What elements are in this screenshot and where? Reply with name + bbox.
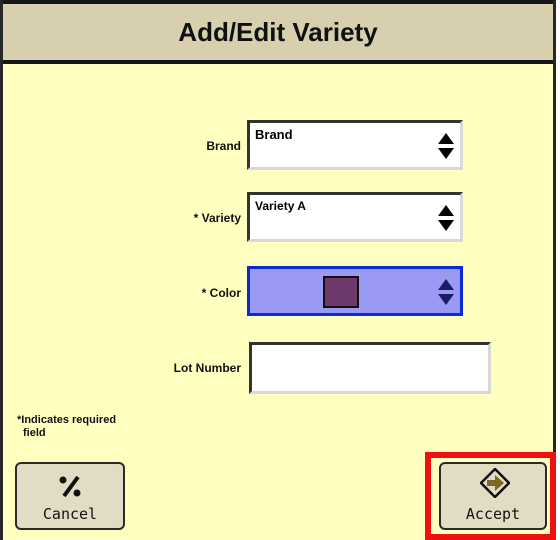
up-down-arrows-icon[interactable] (438, 205, 454, 231)
up-down-arrows-icon[interactable] (438, 133, 454, 159)
variety-label: * Variety (193, 211, 241, 225)
variety-value: Variety A (255, 199, 306, 213)
lot-number-input[interactable] (249, 342, 491, 394)
color-label: * Color (201, 286, 241, 300)
title-bar: Add/Edit Variety (3, 0, 553, 64)
cancel-icon (59, 475, 81, 498)
up-down-arrows-icon[interactable] (438, 279, 454, 305)
cancel-button[interactable]: Cancel (15, 462, 125, 530)
required-note-line1: *Indicates required (17, 414, 117, 426)
required-field-note: *Indicates required field (17, 414, 116, 440)
accept-highlight-box (425, 452, 556, 540)
cancel-label: Cancel (42, 505, 98, 523)
brand-dropdown[interactable]: Brand (247, 120, 463, 170)
color-swatch (323, 276, 359, 308)
lot-number-label: Lot Number (173, 361, 241, 375)
variety-dropdown[interactable]: Variety A (247, 192, 463, 242)
required-note-line2: field (23, 427, 46, 439)
dialog-title: Add/Edit Variety (178, 16, 378, 47)
color-dropdown[interactable] (247, 266, 463, 316)
brand-value: Brand (255, 127, 293, 142)
brand-label: Brand (206, 139, 241, 153)
